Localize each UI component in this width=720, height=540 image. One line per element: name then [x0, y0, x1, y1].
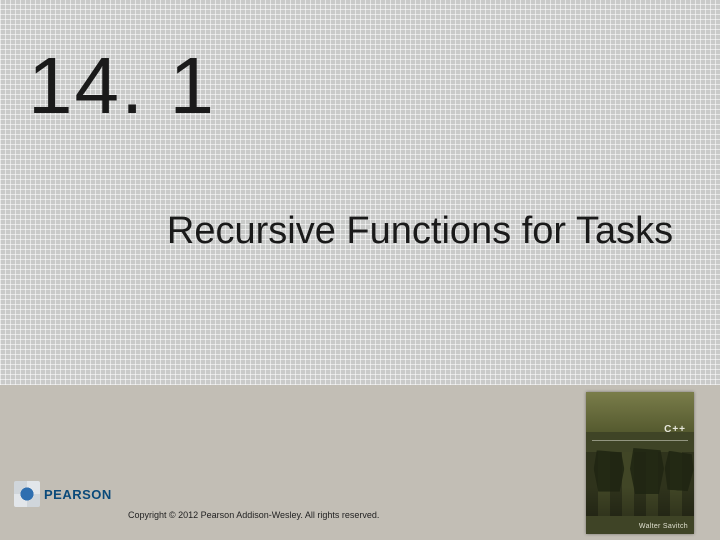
- book-language-label: C++: [664, 424, 686, 435]
- publisher-logo: PEARSON: [14, 478, 114, 510]
- publisher-name: PEARSON: [44, 487, 112, 502]
- footer-band: PEARSON Copyright © 2012 Pearson Addison…: [0, 385, 720, 540]
- chair-icon: [594, 450, 625, 491]
- pearson-mark-icon: [14, 481, 40, 507]
- book-cover: C++ Walter Savitch: [586, 392, 694, 534]
- book-author: Walter Savitch: [639, 523, 688, 530]
- section-title: Recursive Functions for Tasks: [0, 210, 720, 253]
- chair-icon: [663, 450, 694, 491]
- slide: 14. 1 Recursive Functions for Tasks PEAR…: [0, 0, 720, 540]
- copyright-text: Copyright © 2012 Pearson Addison-Wesley.…: [128, 510, 379, 520]
- chair-icon: [630, 448, 664, 494]
- book-divider: [592, 440, 688, 441]
- section-number: 14. 1: [28, 40, 216, 132]
- book-cover-art: [586, 452, 694, 516]
